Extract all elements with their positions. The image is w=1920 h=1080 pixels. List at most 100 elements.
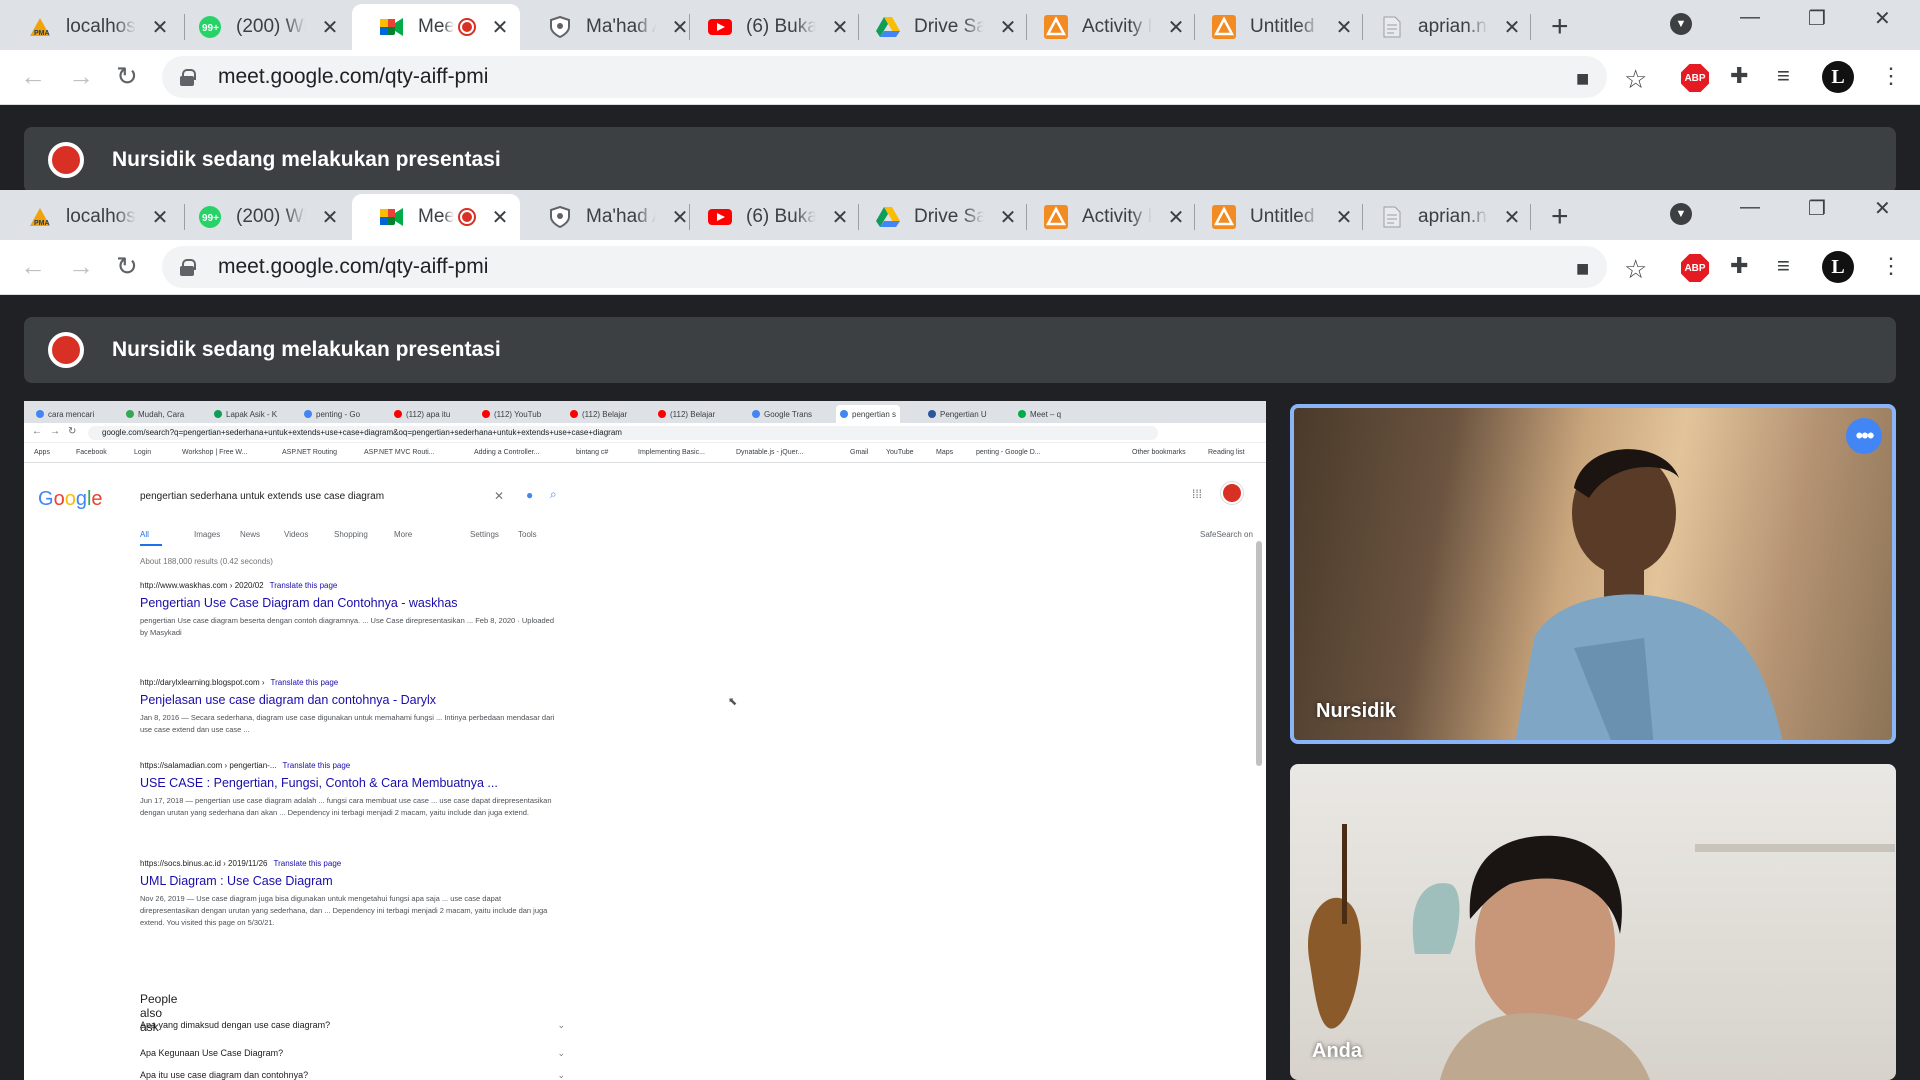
bookmark-star-icon[interactable]: ☆ [1624, 254, 1647, 285]
tab-youtube[interactable]: (6) Bukar ✕ [680, 194, 860, 240]
url-text[interactable]: meet.google.com/qty-aiff-pmi [218, 255, 488, 279]
restore-icon[interactable]: ❐ [1808, 6, 1826, 31]
reload-icon[interactable]: ↻ [116, 61, 138, 92]
tab-localhost[interactable]: PMA localhost ✕ [0, 194, 180, 240]
tab-divider [1530, 14, 1531, 40]
profile-avatar[interactable]: L [1822, 61, 1854, 93]
bookmark-item: Workshop | Free W... [182, 449, 248, 456]
tab-search-icon[interactable]: ▼ [1670, 13, 1692, 35]
tab-title: Ma'had A [586, 16, 656, 37]
menu-icon[interactable]: ⋮ [1880, 253, 1902, 279]
close-icon[interactable]: ✕ [830, 205, 850, 230]
tab-whatsapp[interactable]: 99+ (200) Wh ✕ [170, 194, 350, 240]
tab-whatsapp[interactable]: 99+ (200) Wh ✕ [170, 4, 350, 50]
close-icon[interactable]: ✕ [1334, 15, 1354, 40]
presentation-banner-text: Nursidik sedang melakukan presentasi [112, 338, 501, 361]
pma-icon: PMA [28, 15, 52, 39]
bookmark-item: ASP.NET Routing [282, 449, 337, 456]
participant-name: Anda [1312, 1040, 1362, 1062]
bookmark-item: Gmail [850, 449, 869, 456]
tab-title: Meet [418, 206, 454, 227]
tab-title: Ma'had A [586, 206, 656, 227]
google-results-page: Google pengertian sederhana untuk extend… [24, 463, 1266, 1080]
profile-avatar[interactable]: L [1822, 251, 1854, 283]
participant-tile-nursidik[interactable]: ••• Nursidik [1290, 404, 1896, 744]
more-options-button[interactable]: ••• [1846, 418, 1882, 454]
tab-meet[interactable]: Meet ✕ [352, 4, 520, 50]
search-result: https://socs.binus.ac.id › 2019/11/26 Tra… [140, 859, 560, 929]
camera-icon[interactable]: ■ [1576, 256, 1589, 282]
close-icon[interactable]: ✕ [998, 15, 1018, 40]
close-icon[interactable]: ✕ [1166, 205, 1186, 230]
forward-icon[interactable]: → [68, 61, 94, 92]
svg-text:99+: 99+ [202, 23, 219, 34]
close-icon[interactable]: ✕ [1502, 15, 1522, 40]
close-icon[interactable]: ✕ [150, 205, 170, 230]
bookmark-star-icon[interactable]: ☆ [1624, 64, 1647, 95]
tab-localhost[interactable]: PMA localhost ✕ [0, 4, 180, 50]
camera-icon[interactable]: ■ [1576, 66, 1589, 92]
shared-tab: Pengertian U [928, 405, 987, 423]
shared-tab: penting - Go [304, 405, 360, 423]
media-control-icon[interactable]: ≡ [1777, 63, 1790, 89]
close-icon[interactable]: ✕ [1334, 205, 1354, 230]
tab-untitled[interactable]: Untitled ✕ [1184, 194, 1364, 240]
new-tab-button[interactable]: + [1551, 200, 1569, 234]
tab-search-icon[interactable]: ▼ [1670, 203, 1692, 225]
lock-icon[interactable] [180, 259, 196, 276]
back-icon[interactable]: ← [20, 61, 46, 92]
url-text[interactable]: meet.google.com/qty-aiff-pmi [218, 65, 488, 89]
forward-icon[interactable]: → [68, 251, 94, 282]
close-icon[interactable]: ✕ [998, 205, 1018, 230]
minimize-icon[interactable]: — [1740, 196, 1760, 219]
reload-icon[interactable]: ↻ [116, 251, 138, 282]
menu-icon[interactable]: ⋮ [1880, 63, 1902, 89]
browser-toolbar: ← → ↻ meet.google.com/qty-aiff-pmi ■ ☆ A… [0, 50, 1920, 105]
shared-tab: Google Trans [752, 405, 812, 423]
close-icon[interactable]: ✕ [490, 205, 510, 230]
close-icon[interactable]: ✕ [150, 15, 170, 40]
tab-activity[interactable]: Activity D ✕ [1016, 4, 1196, 50]
adblock-icon[interactable]: ABP [1681, 254, 1709, 282]
tab-meet[interactable]: Meet ✕ [352, 194, 520, 240]
close-icon[interactable]: ✕ [1502, 205, 1522, 230]
tab-untitled[interactable]: Untitled ✕ [1184, 4, 1364, 50]
tab-youtube[interactable]: (6) Bukar ✕ [680, 4, 860, 50]
mic-icon: ● [526, 488, 534, 502]
adblock-icon[interactable]: ABP [1681, 64, 1709, 92]
close-icon[interactable]: ✕ [490, 15, 510, 40]
media-control-icon[interactable]: ≡ [1777, 253, 1790, 279]
mirrored-browser-window: PMA localhost ✕ 99+ (200) Wh ✕ Meet ✕ Ma… [0, 190, 1920, 295]
result-cite: http://darylxlearning.blogspot.com › Tran… [140, 678, 339, 687]
search-tab-settings: Settings [470, 530, 499, 539]
participant-video [1515, 449, 1783, 740]
participant-tile-self[interactable]: Anda [1290, 764, 1896, 1080]
address-bar[interactable]: meet.google.com/qty-aiff-pmi ■ ☆ [162, 246, 1647, 288]
close-window-icon[interactable]: ✕ [1874, 6, 1891, 31]
close-icon[interactable]: ✕ [320, 205, 340, 230]
tab-mahad[interactable]: Ma'had A ✕ [520, 194, 700, 240]
presentation-banner-text: Nursidik sedang melakukan presentasi [112, 148, 501, 171]
back-icon[interactable]: ← [20, 251, 46, 282]
tab-title: aprian.ne [1418, 16, 1488, 37]
bookmark-item: Implementing Basic... [638, 449, 705, 456]
tab-activity[interactable]: Activity D ✕ [1016, 194, 1196, 240]
close-window-icon[interactable]: ✕ [1874, 196, 1891, 221]
extensions-icon[interactable]: ✚ [1730, 253, 1748, 279]
close-icon[interactable]: ✕ [320, 15, 340, 40]
tab-drive[interactable]: Drive Say ✕ [848, 4, 1028, 50]
close-icon[interactable]: ✕ [830, 15, 850, 40]
tab-title: localhost [66, 206, 136, 227]
minimize-icon[interactable]: — [1740, 6, 1760, 29]
tab-aprian[interactable]: aprian.ne ✕ [1352, 4, 1532, 50]
lock-icon[interactable] [180, 69, 196, 86]
close-icon[interactable]: ✕ [1166, 15, 1186, 40]
tab-mahad[interactable]: Ma'had A ✕ [520, 4, 700, 50]
address-bar[interactable]: meet.google.com/qty-aiff-pmi ■ ☆ [162, 56, 1647, 98]
extensions-icon[interactable]: ✚ [1730, 63, 1748, 89]
new-tab-button[interactable]: + [1551, 10, 1569, 44]
restore-icon[interactable]: ❐ [1808, 196, 1826, 221]
tab-aprian[interactable]: aprian.ne ✕ [1352, 194, 1532, 240]
search-tab-images: Images [194, 530, 221, 539]
tab-drive[interactable]: Drive Say ✕ [848, 194, 1028, 240]
